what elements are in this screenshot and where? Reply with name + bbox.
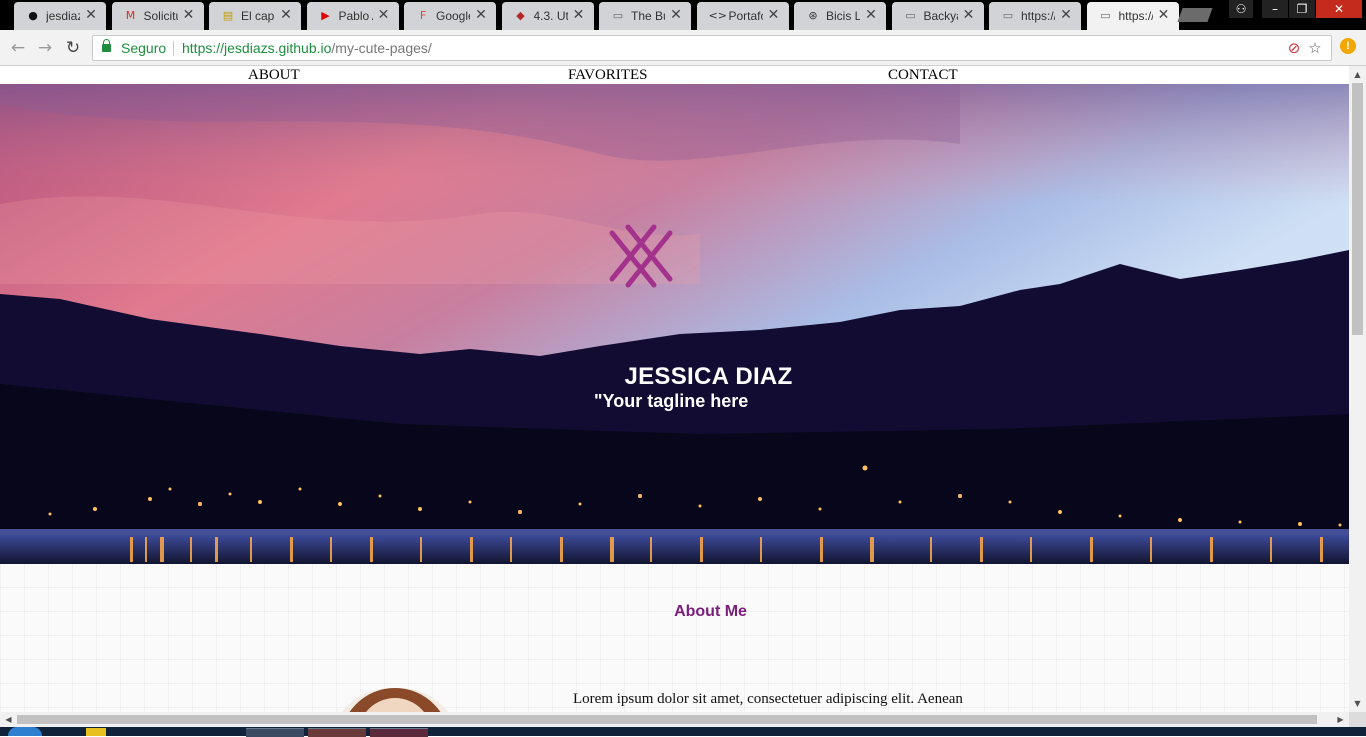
browser-tab[interactable]: ▭ The Bus ✕	[599, 2, 691, 30]
horizontal-scroll-thumb[interactable]	[17, 715, 1317, 724]
vertical-scroll-thumb[interactable]	[1352, 83, 1363, 335]
blocked-content-icon[interactable]: ⊘	[1285, 39, 1303, 57]
tab-close-icon[interactable]: ✕	[864, 7, 878, 23]
tab-title: https://	[1021, 9, 1055, 23]
scroll-left-icon[interactable]: ◀	[0, 711, 17, 728]
code-icon: <>	[708, 9, 727, 22]
vertical-scrollbar[interactable]: ▲ ▼	[1349, 66, 1366, 712]
document-icon: ▭	[905, 9, 916, 22]
start-button-icon[interactable]	[8, 727, 42, 736]
tab-title: Pablo Alborán	[338, 9, 373, 23]
scroll-down-icon[interactable]: ▼	[1349, 695, 1366, 712]
forward-icon[interactable]: →	[35, 38, 55, 58]
tab-title: El capitulo	[241, 9, 275, 23]
tab-close-icon[interactable]: ✕	[84, 7, 98, 23]
about-title: About Me	[674, 603, 747, 620]
url-text[interactable]: https://jesdiazs.github.io/my-cute-pages…	[182, 40, 432, 57]
scroll-up-icon[interactable]: ▲	[1349, 66, 1366, 83]
browser-tab[interactable]: M Solicitud ✕	[111, 2, 204, 30]
browser-toolbar: ← → ↻ Seguro https://jesdiazs.github.io/…	[0, 30, 1366, 66]
about-section: About Me Lorem ipsum dolor sit amet, con…	[0, 564, 1349, 712]
tab-title: Portafolio	[728, 9, 763, 23]
tab-close-icon[interactable]: ✕	[669, 7, 683, 23]
url-path: /my-cute-pages/	[331, 40, 432, 56]
minimize-icon[interactable]: –	[1262, 0, 1288, 18]
document-icon: ▭	[1100, 9, 1111, 22]
tab-close-icon[interactable]: ✕	[279, 7, 293, 23]
nav-link-favorites[interactable]: FAVORITES	[568, 67, 647, 83]
tab-title: jesdiazs	[46, 9, 80, 23]
browser-tab[interactable]: ▭ Backyard ✕	[891, 2, 984, 30]
github-icon: ●	[28, 9, 38, 22]
tab-close-icon[interactable]: ✕	[182, 7, 196, 23]
browser-tab[interactable]: <>Portafolio ✕	[696, 2, 789, 30]
browser-tab[interactable]: ▭ https:// ✕	[1086, 2, 1179, 30]
tab-title: Bicis Lo	[826, 9, 860, 23]
browser-tab[interactable]: ▤ El capitulo ✕	[209, 2, 301, 30]
hero-landscape-image	[0, 84, 1349, 564]
browser-tab[interactable]: F Google ✕	[404, 2, 496, 30]
lock-icon	[102, 39, 111, 52]
youtube-icon: ▶	[321, 9, 330, 22]
site-nav: ABOUT FAVORITES CONTACT	[0, 66, 1349, 84]
tab-close-icon[interactable]: ✕	[962, 7, 976, 23]
restore-icon[interactable]: ❐	[1289, 0, 1315, 18]
tab-title: https://	[1118, 9, 1153, 23]
profile-icon[interactable]: ⚇	[1229, 0, 1253, 18]
red-book-icon: ◆	[516, 9, 525, 22]
os-taskbar	[0, 727, 1366, 737]
avatar	[330, 688, 460, 712]
page-viewport: ABOUT FAVORITES CONTACT JESSICA DIAZ "Yo…	[0, 66, 1349, 712]
browser-tab[interactable]: ▶ Pablo Alborán ✕	[306, 2, 399, 30]
gmail-icon: M	[125, 9, 136, 22]
tab-close-icon[interactable]: ✕	[767, 7, 781, 23]
browser-tab[interactable]: ▭ https:// ✕	[989, 2, 1081, 30]
back-icon[interactable]: ←	[8, 38, 28, 58]
close-window-icon[interactable]: ✕	[1316, 0, 1362, 18]
security-label: Seguro	[121, 40, 167, 56]
folder-icon[interactable]	[86, 728, 106, 736]
tab-title: Google	[436, 9, 470, 23]
tab-title: Backyard	[923, 9, 958, 23]
nav-link-contact[interactable]: CONTACT	[888, 67, 958, 83]
scroll-right-icon[interactable]: ▶	[1332, 711, 1349, 728]
hero-name: JESSICA DIAZ	[624, 363, 793, 390]
tab-close-icon[interactable]: ✕	[572, 7, 586, 23]
about-text: Lorem ipsum dolor sit amet, consectetuer…	[573, 691, 963, 707]
address-bar[interactable]: Seguro https://jesdiazs.github.io/my-cut…	[92, 35, 1332, 61]
tab-close-icon[interactable]: ✕	[1059, 7, 1073, 23]
reload-icon[interactable]: ↻	[63, 38, 83, 58]
flipboard-icon: F	[419, 9, 427, 22]
document-icon: ▭	[612, 9, 624, 22]
browser-tab[interactable]: ◆ 4.3. Utilidades ✕	[501, 2, 594, 30]
logo-cross-icon	[609, 224, 673, 288]
bicycle-icon: ⊛	[808, 9, 818, 22]
tab-title: The Bus	[631, 9, 665, 23]
tab-close-icon[interactable]: ✕	[474, 7, 488, 23]
tab-close-icon[interactable]: ✕	[377, 7, 391, 23]
book-icon: ▤	[222, 9, 234, 22]
url-host: https://jesdiazs.github.io	[182, 40, 332, 56]
browser-tab[interactable]: ● jesdiazs ✕	[14, 2, 106, 30]
browser-tab-strip: ● jesdiazs ✕ M Solicitud ✕ ▤ El capitulo ✕ ▶ Pablo…	[0, 0, 1366, 30]
tab-title: 4.3. Utilidades	[533, 9, 568, 23]
nav-link-about[interactable]: ABOUT	[248, 67, 300, 83]
bookmark-star-icon[interactable]: ☆	[1306, 39, 1324, 57]
document-icon: ▭	[1002, 9, 1014, 22]
browser-tab[interactable]: ⊛ Bicis Lo ✕	[794, 2, 886, 30]
tab-close-icon[interactable]: ✕	[1157, 7, 1171, 23]
horizontal-scrollbar[interactable]: ◀ ▶	[0, 712, 1349, 727]
hero-tagline: "Your tagline here	[594, 391, 749, 411]
hero-banner: JESSICA DIAZ "Your tagline here	[0, 84, 1349, 564]
address-divider	[173, 41, 174, 56]
new-tab-button[interactable]	[1177, 8, 1213, 22]
scrollbar-corner	[1349, 712, 1366, 727]
tab-title: Solicitud	[143, 9, 178, 23]
alert-icon[interactable]: !	[1340, 38, 1356, 54]
